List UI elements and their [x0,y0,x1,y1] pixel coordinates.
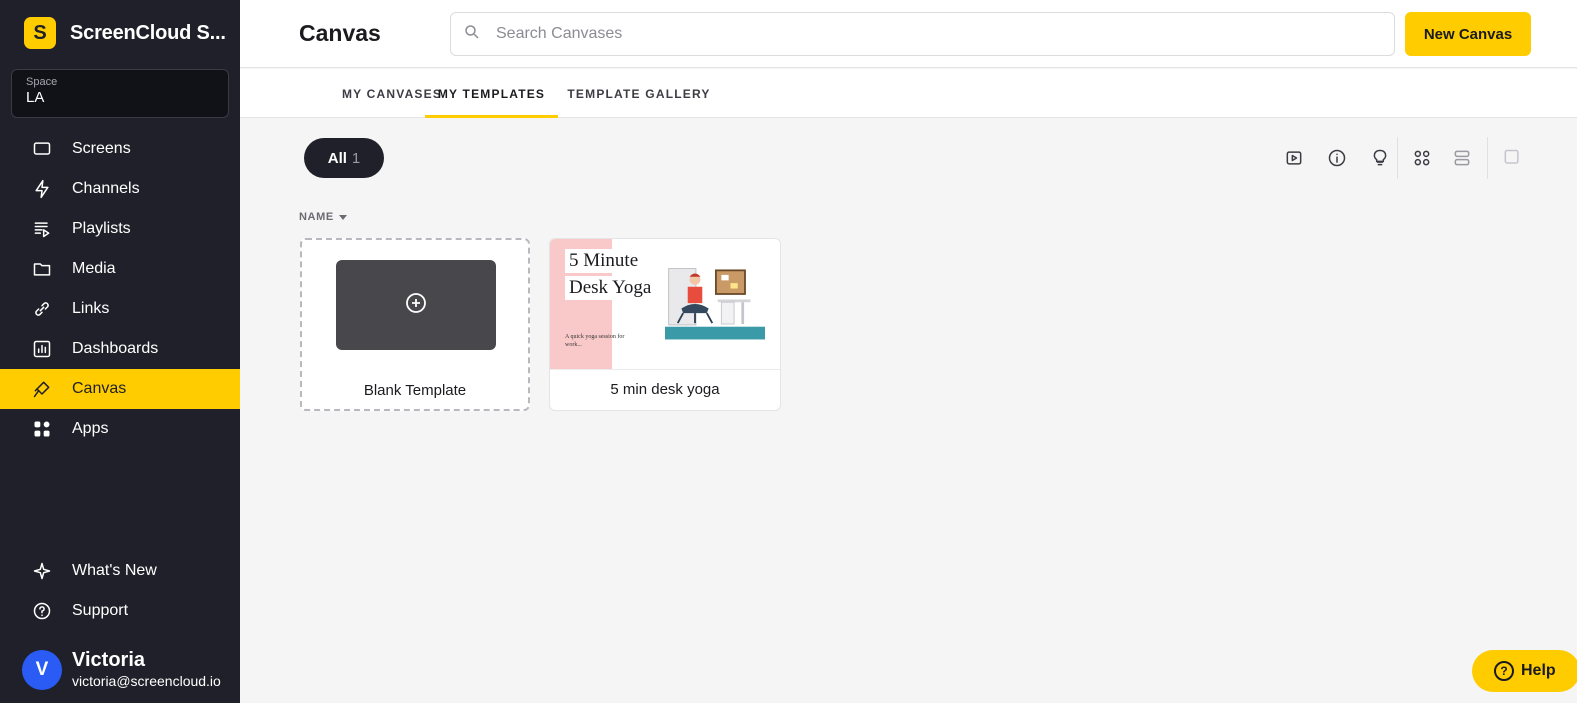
card-title: 5 min desk yoga [610,381,720,398]
list-view-button[interactable] [1445,143,1479,177]
search-input[interactable] [496,25,1376,43]
thumbnail-title-line2: Desk Yoga [565,276,656,300]
thumbnail-subtitle: A quick yoga session for work... [565,334,625,348]
user-name: Victoria [72,649,145,671]
grid-view-button[interactable] [1405,143,1439,177]
sort-label: NAME [299,211,334,223]
template-thumbnail: 5 Minute Desk Yoga A quick yoga session … [550,239,780,370]
sidebar-item-label: What's New [72,562,157,579]
sidebar-item-whats-new[interactable]: What's New [0,551,240,591]
sidebar-item-links[interactable]: Links [0,289,240,329]
sidebar-item-label: Canvas [72,380,127,397]
yoga-illustration [665,268,765,340]
tab-bar: MY CANVASES MY TEMPLATES TEMPLATE GALLER… [240,69,1577,118]
grid-icon [1412,148,1432,173]
template-card[interactable]: 5 Minute Desk Yoga A quick yoga session … [549,238,781,411]
sidebar-item-support[interactable]: Support [0,591,240,631]
brand-name: ScreenCloud S... [70,21,226,44]
list-icon [1452,148,1472,173]
card-title: Blank Template [363,382,467,399]
sidebar-nav: Screens Channels Playlists Media Links D… [0,129,240,449]
toolbar-divider [1487,137,1488,179]
filter-all-chip[interactable]: All 1 [304,138,384,178]
brand-logo: S [24,17,56,49]
help-button[interactable]: ? Help [1472,650,1577,692]
sidebar-item-label: Dashboards [72,340,159,357]
preview-button[interactable] [1277,143,1311,177]
caret-down-icon [338,214,347,220]
space-selector[interactable]: Space LA [11,69,229,118]
toolbar-divider [1397,137,1398,179]
sidebar-item-apps[interactable]: Apps [0,409,240,449]
tab-template-gallery[interactable]: TEMPLATE GALLERY [558,69,720,118]
checkbox-icon [1502,148,1522,173]
blank-template-card[interactable]: Blank Template [300,238,530,411]
sidebar-item-dashboards[interactable]: Dashboards [0,329,240,369]
view-toolbar [1277,140,1397,180]
sparkle-icon [31,560,53,582]
sidebar-item-label: Support [72,602,129,619]
link-icon [31,298,53,320]
sidebar: S ScreenCloud S... Space LA Screens Chan… [0,0,240,703]
thumbnail-title-line1: 5 Minute [565,249,643,273]
sidebar-item-label: Links [72,300,110,317]
user-profile[interactable]: V Victoria victoria@screencloud.io [22,649,221,691]
page-title: Canvas [299,20,381,46]
folder-icon [31,258,53,280]
question-icon: ? [1494,661,1514,681]
sidebar-item-label: Playlists [72,220,131,237]
sidebar-item-screens[interactable]: Screens [0,129,240,169]
sidebar-bottom-nav: What's New Support [0,551,240,631]
sort-by-name[interactable]: NAME [299,211,347,223]
select-toolbar [1495,140,1529,180]
apps-icon [31,418,53,440]
sidebar-item-canvas[interactable]: Canvas [0,369,240,409]
help-label: Help [1521,662,1556,679]
tips-button[interactable] [1363,143,1397,177]
sidebar-item-channels[interactable]: Channels [0,169,240,209]
playlist-icon [31,218,53,240]
sidebar-item-label: Media [72,260,116,277]
lightbulb-icon [1370,148,1390,173]
sidebar-item-label: Apps [72,420,109,437]
space-value: LA [26,89,45,106]
play-square-icon [1284,148,1304,173]
chart-icon [31,338,53,360]
layout-toolbar [1405,140,1479,180]
info-button[interactable] [1320,143,1354,177]
new-canvas-button[interactable]: New Canvas [1405,12,1531,56]
help-circle-icon [31,600,53,622]
sidebar-item-playlists[interactable]: Playlists [0,209,240,249]
blank-template-thumbnail [336,260,496,350]
search-box[interactable] [450,12,1395,56]
info-icon [1327,148,1347,173]
screen-icon [31,138,53,160]
plus-circle-icon [404,291,428,320]
filter-count: 1 [351,149,361,167]
sidebar-item-label: Channels [72,180,140,197]
user-email: victoria@screencloud.io [72,673,221,689]
brand[interactable]: S ScreenCloud S... [24,17,226,49]
sidebar-item-media[interactable]: Media [0,249,240,289]
sidebar-item-label: Screens [72,140,131,157]
lightning-icon [31,178,53,200]
header: Canvas New Canvas [240,0,1577,68]
avatar: V [22,650,62,690]
tab-my-templates[interactable]: MY TEMPLATES [425,69,558,118]
space-label: Space [26,76,58,88]
search-icon [463,23,481,46]
brush-icon [31,378,53,400]
filter-label: All [327,149,347,167]
select-all-checkbox[interactable] [1495,143,1529,177]
